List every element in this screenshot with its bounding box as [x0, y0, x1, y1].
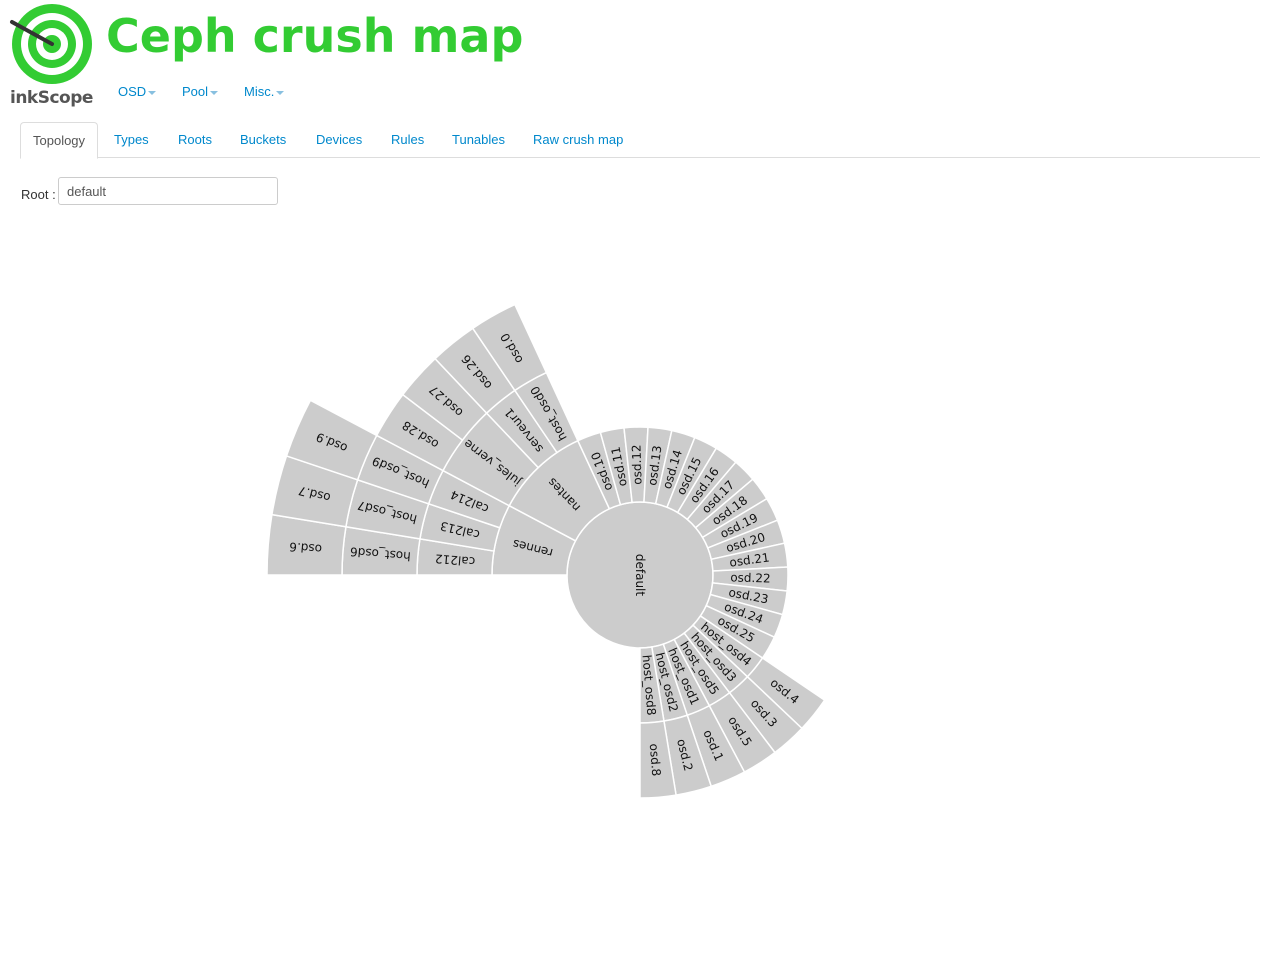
segment-label-osd-8: osd.8 — [647, 743, 664, 777]
segment-label-osd-6: osd.6 — [289, 539, 323, 556]
segment-label-osd-22: osd.22 — [730, 570, 771, 585]
topology-sunburst: defaultrennescal212host_osd6osd.6cal213h… — [266, 303, 826, 799]
segment-label-osd-12: osd.12 — [629, 444, 644, 485]
segment-label-default: default — [633, 554, 647, 597]
